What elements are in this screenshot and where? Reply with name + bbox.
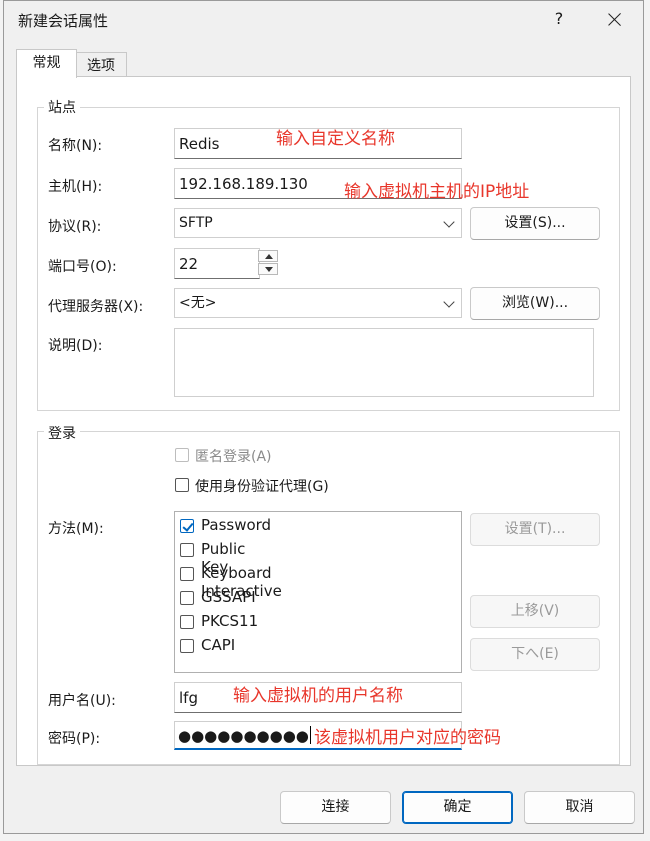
protocol-select[interactable]: SFTP (174, 208, 462, 238)
annotation-name: 输入自定义名称 (276, 129, 395, 149)
name-label: 名称(N): (48, 138, 103, 154)
username-label: 用户名(U): (48, 693, 116, 709)
connect-button[interactable]: 连接 (280, 791, 391, 824)
move-up-button[interactable]: 上移(V) (470, 595, 600, 628)
method-checkbox[interactable] (180, 639, 194, 653)
auth-agent-checkbox[interactable] (175, 478, 189, 492)
proxy-browse-button[interactable]: 浏览(W)... (470, 287, 600, 320)
auth-agent-label: 使用身份验证代理(G) (195, 479, 329, 495)
new-session-properties-dialog: 新建会话属性 ? 常规 选项 站点 名称(N): Redis 主机(H): 19… (3, 0, 644, 834)
port-input[interactable]: 22 (174, 248, 260, 279)
method-label: PKCS11 (201, 612, 259, 630)
annotation-password: 该虚拟机用户对应的密码 (314, 728, 501, 748)
login-group-legend: 登录 (44, 423, 80, 443)
port-label: 端口号(O): (48, 259, 117, 275)
password-label: 密码(P): (48, 731, 101, 747)
method-settings-button[interactable]: 设置(T)... (470, 513, 600, 546)
protocol-value: SFTP (179, 215, 213, 231)
help-button[interactable]: ? (544, 5, 574, 33)
arrow-down-icon (265, 267, 273, 272)
move-down-button[interactable]: 下へ(E) (470, 638, 600, 671)
password-mask: ●●●●●●●●●● (178, 727, 309, 745)
method-label: Password (201, 516, 272, 534)
protocol-label: 协议(R): (48, 219, 102, 235)
port-decrement-button[interactable] (258, 263, 278, 275)
proxy-label: 代理服务器(X): (48, 299, 144, 315)
method-label: 方法(M): (48, 521, 104, 537)
text-caret (309, 726, 311, 744)
method-checkbox[interactable] (180, 519, 194, 533)
protocol-settings-button[interactable]: 设置(S)... (470, 207, 600, 240)
chevron-down-icon (443, 216, 455, 228)
description-label: 说明(D): (48, 338, 103, 354)
tab-options[interactable]: 选项 (75, 52, 127, 79)
proxy-select[interactable]: <无> (174, 288, 462, 318)
tab-general[interactable]: 常规 (16, 49, 77, 78)
host-label: 主机(H): (48, 179, 103, 195)
title-bar: 新建会话属性 ? (4, 1, 643, 39)
port-increment-button[interactable] (258, 250, 278, 262)
window-title: 新建会话属性 (18, 12, 109, 30)
proxy-value: <无> (179, 295, 217, 311)
close-icon[interactable] (598, 5, 632, 33)
method-checkbox[interactable] (180, 543, 194, 557)
method-checkbox[interactable] (180, 567, 194, 581)
site-group-legend: 站点 (44, 97, 80, 117)
description-textarea[interactable] (174, 328, 594, 397)
auth-method-list[interactable]: Password Public Key Keyboard Interactive… (174, 511, 462, 673)
anonymous-login-checkbox[interactable] (175, 448, 189, 462)
arrow-up-icon (265, 254, 273, 259)
anonymous-login-label: 匿名登录(A) (195, 449, 272, 465)
method-checkbox[interactable] (180, 615, 194, 629)
cancel-button[interactable]: 取消 (524, 791, 635, 824)
annotation-username: 输入虚拟机的用户名称 (233, 686, 403, 706)
method-checkbox[interactable] (180, 591, 194, 605)
annotation-host: 输入虚拟机主机的IP地址 (344, 182, 530, 202)
method-label: GSSAPI (201, 588, 256, 606)
port-spinner[interactable] (258, 249, 280, 277)
ok-button[interactable]: 确定 (402, 791, 513, 824)
method-label: CAPI (201, 636, 236, 654)
chevron-down-icon (443, 296, 455, 308)
